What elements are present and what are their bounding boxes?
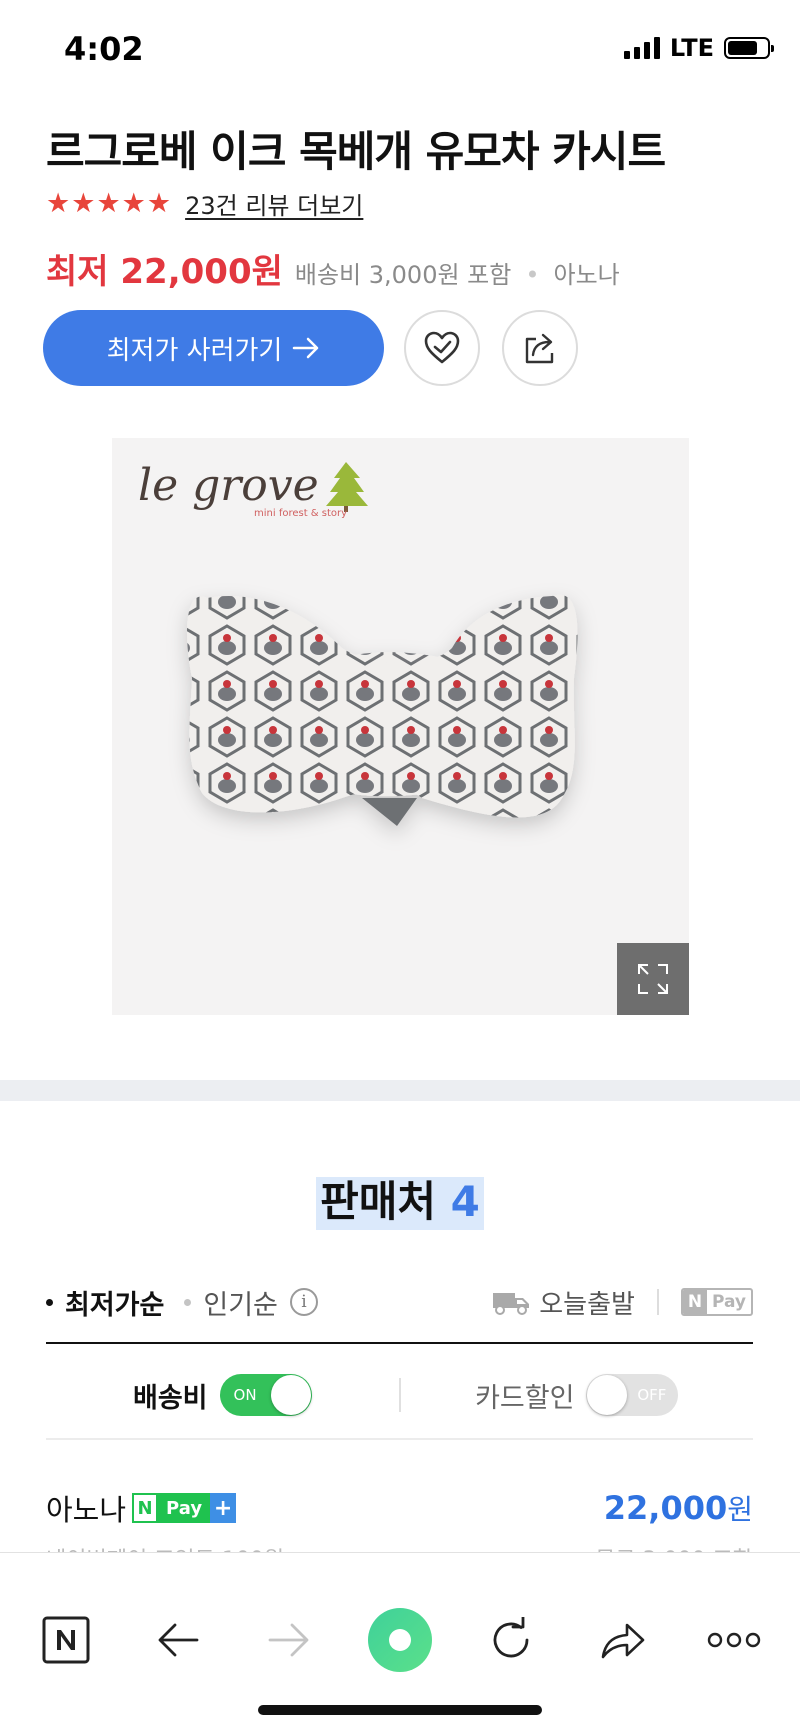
- seller-price-value: 22,000: [603, 1489, 728, 1527]
- shipping-filter: 배송비 ON: [46, 1374, 399, 1416]
- pillow-illustration: [187, 594, 578, 826]
- star-icon: ★: [46, 188, 71, 219]
- seller-row[interactable]: 아노나 N Pay + 22,000원: [46, 1486, 753, 1530]
- sort-underline: [46, 1342, 753, 1344]
- toggle-off-text: OFF: [637, 1386, 667, 1404]
- signal-icon: [623, 37, 660, 59]
- share-arrow-icon: [601, 1623, 645, 1659]
- bullet-icon: [184, 1298, 192, 1306]
- seller-price: 22,000원: [604, 1488, 753, 1528]
- forward-arrow-icon: [268, 1623, 309, 1657]
- star-icon: ★: [121, 188, 146, 219]
- bottom-toolbar: [0, 1552, 800, 1732]
- seller-brand: 아노나: [553, 261, 620, 289]
- battery-icon: [724, 37, 774, 59]
- arrow-right-icon: [293, 337, 319, 359]
- home-indicator[interactable]: [258, 1705, 542, 1715]
- section-divider: [0, 1080, 800, 1101]
- more-icon: [707, 1632, 761, 1648]
- seller-name: 아노나: [46, 1493, 127, 1527]
- naver-n-icon: [42, 1616, 90, 1664]
- info-icon[interactable]: i: [289, 1288, 318, 1316]
- separator: [656, 1289, 659, 1315]
- filter-row: 배송비 ON 카드할인 OFF: [46, 1362, 753, 1428]
- npay-n: N: [132, 1493, 159, 1523]
- naver-home-button[interactable]: [31, 1605, 101, 1675]
- refresh-button[interactable]: [476, 1605, 546, 1675]
- toggle-on-text: ON: [233, 1386, 257, 1404]
- share-button[interactable]: [502, 310, 578, 386]
- status-indicators: LTE: [623, 34, 774, 62]
- sort-popular-tab[interactable]: 인기순 i: [184, 1283, 318, 1322]
- sort-filters: 오늘출발 N Pay: [491, 1284, 753, 1321]
- sort-lowest-label: 최저가순: [65, 1289, 165, 1321]
- wishlist-button[interactable]: [404, 310, 480, 386]
- sellers-count: 4: [450, 1177, 480, 1226]
- forward-button[interactable]: [254, 1605, 324, 1675]
- seller-price-unit: 원: [727, 1493, 753, 1526]
- green-dot-button[interactable]: [365, 1605, 435, 1675]
- buy-button-label: 최저가 사러가기: [106, 335, 283, 366]
- review-link[interactable]: 23건 리뷰 더보기: [185, 186, 363, 221]
- separator-dot: •: [525, 261, 540, 289]
- npay-pay: Pay: [711, 1292, 746, 1312]
- npay-n: N: [682, 1290, 707, 1314]
- card-discount-toggle[interactable]: OFF: [586, 1374, 679, 1416]
- npay-pay: Pay: [158, 1493, 211, 1523]
- price-row: 최저 22,000원 배송비 3,000원 포함 • 아노나: [46, 244, 620, 293]
- today-shipping-label: 오늘출발: [539, 1289, 635, 1320]
- star-icon: ★: [146, 188, 172, 219]
- npay-filter[interactable]: N Pay: [680, 1288, 753, 1316]
- shipping-info: 배송비 3,000원 포함: [294, 261, 512, 289]
- expand-image-button[interactable]: [617, 943, 689, 1015]
- status-time: 4:02: [64, 30, 144, 68]
- product-title: 르그로베 이크 목베개 유모차 카시트: [46, 127, 666, 176]
- green-home-icon: [368, 1608, 432, 1672]
- sellers-heading: 판매처 4: [0, 1168, 800, 1230]
- star-icon: ★: [96, 188, 121, 219]
- share-icon: [525, 333, 554, 364]
- buy-lowest-price-button[interactable]: 최저가 사러가기: [43, 310, 384, 386]
- shipping-filter-label: 배송비: [132, 1382, 208, 1414]
- expand-icon: [638, 964, 668, 994]
- back-arrow-icon: [158, 1623, 199, 1657]
- today-shipping-filter[interactable]: 오늘출발: [491, 1284, 635, 1321]
- more-button[interactable]: [699, 1605, 769, 1675]
- back-button[interactable]: [143, 1605, 213, 1675]
- star-icon: ★: [71, 188, 96, 219]
- sort-popular-label: 인기순: [203, 1289, 278, 1321]
- sort-row: 최저가순 인기순 i 오늘출발 N Pay: [46, 1282, 753, 1322]
- status-bar: 4:02 LTE: [0, 0, 800, 100]
- sellers-heading-highlight: 판매처 4: [316, 1177, 484, 1230]
- bullet-icon: [46, 1298, 53, 1306]
- npay-plus-badge: N Pay +: [132, 1493, 237, 1523]
- toggle-knob: [270, 1375, 311, 1415]
- product-image[interactable]: le grove mini forest & story: [112, 438, 689, 1015]
- card-discount-filter: 카드할인 OFF: [401, 1374, 754, 1416]
- divider: [46, 1438, 753, 1440]
- card-discount-label: 카드할인: [475, 1382, 575, 1414]
- network-label: LTE: [669, 34, 714, 62]
- plus-icon: +: [210, 1493, 237, 1523]
- rating-row: ★ ★ ★ ★ ★ 23건 리뷰 더보기: [46, 186, 363, 221]
- truck-icon: [493, 1293, 530, 1315]
- heart-check-icon: [424, 331, 460, 364]
- rating-stars: ★ ★ ★ ★ ★: [46, 190, 171, 217]
- refresh-icon: [493, 1617, 529, 1658]
- sort-lowest-price-tab[interactable]: 최저가순: [46, 1283, 164, 1322]
- sellers-heading-label: 판매처: [320, 1177, 437, 1226]
- shipping-toggle[interactable]: ON: [219, 1374, 312, 1416]
- toggle-knob: [587, 1375, 628, 1415]
- lowest-price: 최저 22,000원: [46, 252, 283, 292]
- share-page-button[interactable]: [588, 1605, 658, 1675]
